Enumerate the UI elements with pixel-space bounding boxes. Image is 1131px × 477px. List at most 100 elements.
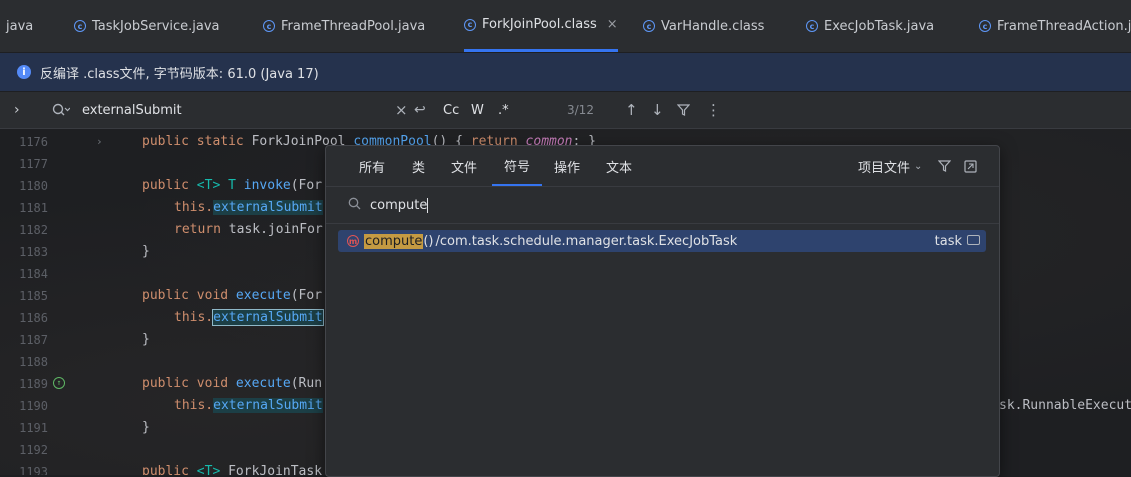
arrow-up-icon[interactable]: ↑	[625, 92, 638, 128]
popup-tab-bar: 所有 类 文件 符号 操作 文本 项目文件 ⌄	[326, 146, 999, 187]
line-number: 1176	[19, 135, 48, 149]
implementation-icon[interactable]: ↑	[53, 377, 65, 389]
tab-taskjobservice[interactable]: c TaskJobService.java	[74, 0, 220, 52]
arrow-down-icon[interactable]: ↓	[651, 92, 664, 128]
code-token: this.	[174, 398, 214, 413]
tab-framethreadpool[interactable]: c FrameThreadPool.java	[263, 0, 425, 52]
result-match: compute	[364, 233, 424, 249]
class-icon: c	[806, 20, 818, 32]
class-icon: c	[464, 18, 476, 31]
tab-varhandle[interactable]: c VarHandle.class	[643, 0, 764, 52]
find-bar: › externalSubmit × ↩ Cc W .* 3/12 ↑ ↓ ⋮	[0, 92, 1131, 129]
line-number: 1183	[19, 245, 48, 259]
code-token: ForkJoinTask	[228, 464, 323, 475]
tab-execjobtask[interactable]: c ExecJobTask.java	[806, 0, 934, 52]
banner-text: 反编译 .class文件, 字节码版本: 61.0 (Java 17)	[40, 66, 319, 82]
chevron-down-icon: ⌄	[914, 160, 923, 172]
code-token: }	[142, 332, 150, 347]
class-icon: c	[74, 20, 86, 32]
result-path: /com.task.schedule.manager.task.ExecJobT…	[435, 233, 738, 249]
tab-symbols[interactable]: 符号	[492, 146, 543, 186]
code-token: return	[174, 222, 229, 237]
tab-label: TaskJobService.java	[92, 18, 220, 34]
search-icon[interactable]	[52, 92, 70, 128]
code-token: <T> T	[196, 178, 244, 193]
line-number: 1193	[19, 465, 48, 475]
tab-label: FrameThreadAction.ja	[997, 18, 1131, 34]
class-icon: c	[643, 20, 655, 32]
code-token: public void	[142, 288, 236, 303]
line-number: 1184	[19, 267, 48, 281]
line-number: 1180	[19, 179, 48, 193]
filter-icon[interactable]	[938, 146, 951, 186]
code-token: execute	[235, 376, 291, 391]
tab-java[interactable]: java	[6, 0, 33, 52]
tab-forkjoinpool[interactable]: c ForkJoinPool.class ×	[464, 0, 618, 52]
match-case-toggle[interactable]: Cc	[443, 92, 459, 128]
search-match: externalSubmit	[213, 200, 323, 215]
tab-framethreadaction[interactable]: c FrameThreadAction.ja	[979, 0, 1131, 52]
code-token: public	[142, 178, 197, 193]
result-item[interactable]: m compute () /com.task.schedule.manager.…	[338, 230, 986, 252]
close-icon[interactable]: ×	[607, 17, 618, 32]
code-token: (For	[290, 178, 323, 193]
line-number: 1177	[19, 157, 48, 171]
search-icon	[348, 197, 361, 214]
tab-label: 文件	[451, 160, 478, 176]
search-everywhere-popup: 所有 类 文件 符号 操作 文本 项目文件 ⌄ compute m comput…	[325, 145, 1000, 477]
tab-actions[interactable]: 操作	[554, 146, 580, 186]
words-toggle[interactable]: W	[471, 92, 484, 128]
fold-icon[interactable]: ›	[96, 131, 103, 153]
regex-toggle[interactable]: .*	[498, 92, 509, 128]
more-icon[interactable]: ⋮	[706, 92, 721, 128]
result-location: task	[934, 233, 962, 249]
tab-label: java	[6, 18, 34, 34]
code-token: (For	[290, 288, 323, 303]
line-number: 1186	[19, 311, 48, 325]
line-number: 1187	[19, 333, 48, 347]
line-number: 1185	[19, 289, 48, 303]
newline-icon[interactable]: ↩	[414, 92, 426, 128]
code-token: this.	[174, 200, 214, 215]
line-number: 1191	[19, 421, 48, 435]
code-token: <T>	[196, 464, 229, 475]
scope-dropdown[interactable]: 项目文件 ⌄	[858, 146, 922, 186]
tab-label: 操作	[554, 160, 581, 176]
tab-label: VarHandle.class	[661, 18, 765, 34]
info-icon: i	[17, 65, 31, 79]
line-number: 1192	[19, 443, 48, 457]
clear-icon[interactable]: ×	[395, 92, 408, 128]
decompiled-banner: i 反编译 .class文件, 字节码版本: 61.0 (Java 17)	[0, 53, 1131, 91]
tab-label: 文本	[606, 160, 633, 176]
chevron-right-icon[interactable]: ›	[14, 92, 20, 128]
class-icon: c	[979, 20, 991, 32]
tab-label: 所有	[359, 160, 386, 176]
tab-text[interactable]: 文本	[606, 146, 632, 186]
line-number: 1188	[19, 355, 48, 369]
class-icon: c	[263, 20, 275, 32]
filter-icon[interactable]	[677, 92, 690, 128]
search-input[interactable]: externalSubmit	[82, 92, 182, 128]
line-number: 1182	[19, 223, 48, 237]
tab-label: ExecJobTask.java	[824, 18, 935, 34]
code-token: public static	[142, 134, 252, 149]
tab-files[interactable]: 文件	[451, 146, 477, 186]
popup-search-field[interactable]: compute	[326, 187, 999, 224]
tab-label: ForkJoinPool.class	[482, 17, 597, 32]
result-signature: ()	[423, 233, 434, 249]
code-token: invoke	[243, 178, 291, 193]
folder-icon	[967, 235, 980, 245]
line-number: 1189	[19, 377, 48, 391]
line-number: 1190	[19, 399, 48, 413]
code-token: }	[142, 244, 150, 259]
code-token: }	[142, 420, 150, 435]
tab-all[interactable]: 所有	[359, 146, 385, 186]
tab-classes[interactable]: 类	[412, 146, 425, 186]
text-cursor	[427, 197, 429, 213]
method-icon: m	[347, 235, 359, 247]
tab-label: FrameThreadPool.java	[281, 18, 426, 34]
code-token: public	[142, 464, 197, 475]
open-in-window-icon[interactable]	[964, 146, 977, 186]
popup-search-input[interactable]: compute	[370, 198, 427, 213]
scope-label: 项目文件	[858, 160, 911, 176]
